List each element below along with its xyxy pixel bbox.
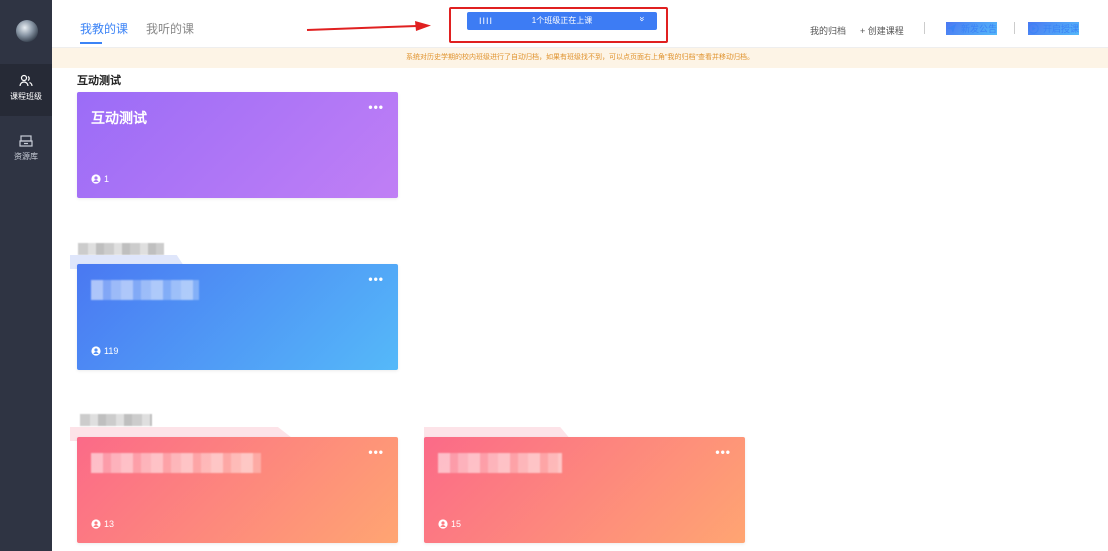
- student-count: 1: [91, 174, 109, 184]
- active-tab-underline: [80, 42, 102, 44]
- new-announcement-label: 新发公告: [961, 24, 998, 34]
- sidebar-item-label: 课程班级: [10, 92, 42, 101]
- student-count: 13: [91, 519, 114, 529]
- more-options-icon[interactable]: •••: [368, 272, 384, 286]
- divider: [924, 22, 925, 34]
- course-name-redacted: [438, 453, 562, 473]
- sidebar: 课程班级 资源库: [0, 0, 52, 551]
- sidebar-item-label: 资源库: [14, 152, 38, 161]
- avatar[interactable]: [16, 20, 38, 42]
- user-circle-icon: [91, 519, 101, 529]
- student-count-value: 119: [104, 346, 119, 356]
- start-teaching-button[interactable]: 开启授课: [1028, 22, 1080, 35]
- more-options-icon[interactable]: •••: [368, 445, 384, 459]
- annotation-highlight-box: [449, 7, 668, 43]
- sidebar-item-resources[interactable]: 资源库: [0, 128, 52, 172]
- play-circle-icon: [1028, 23, 1039, 34]
- user-circle-icon: [438, 519, 448, 529]
- course-card[interactable]: ••• 119: [77, 264, 398, 370]
- user-circle-icon: [91, 174, 101, 184]
- course-card[interactable]: ••• 互动测试 1: [77, 92, 398, 198]
- more-options-icon[interactable]: •••: [368, 100, 384, 114]
- sidebar-item-courses[interactable]: 课程班级: [0, 64, 52, 116]
- more-options-icon[interactable]: •••: [715, 445, 731, 459]
- users-icon: [19, 74, 33, 87]
- start-teaching-label: 开启授课: [1043, 24, 1080, 34]
- divider: [1014, 22, 1015, 34]
- course-card[interactable]: ••• 13: [77, 437, 398, 543]
- course-name: 互动测试: [91, 110, 147, 126]
- tab-listening[interactable]: 我听的课: [146, 20, 194, 37]
- my-archive-link[interactable]: 我的归档: [810, 24, 846, 37]
- student-count-value: 13: [104, 519, 115, 529]
- annotation-arrow-icon: [306, 21, 431, 31]
- group-title-redacted: [78, 243, 164, 255]
- send-icon: [947, 24, 956, 33]
- create-course-button[interactable]: + 创建课程: [860, 24, 904, 37]
- resource-box-icon: [19, 135, 33, 147]
- student-count-value: 15: [451, 519, 462, 529]
- user-circle-icon: [91, 346, 101, 356]
- course-name-redacted: [91, 453, 261, 473]
- group-title-redacted: [80, 414, 152, 426]
- group-title: 互动测试: [77, 75, 121, 87]
- student-count: 15: [438, 519, 461, 529]
- course-name-redacted: [91, 280, 199, 300]
- student-count-value: 1: [104, 174, 110, 184]
- course-card[interactable]: ••• 15: [424, 437, 745, 543]
- tab-teaching[interactable]: 我教的课: [80, 20, 128, 37]
- new-announcement-button[interactable]: 新发公告: [946, 22, 998, 35]
- student-count: 119: [91, 346, 118, 356]
- archive-notice: 系统对历史学期的校内班级进行了自动归档，如果有班级找不到，可以点页面右上角"我的…: [52, 48, 1108, 68]
